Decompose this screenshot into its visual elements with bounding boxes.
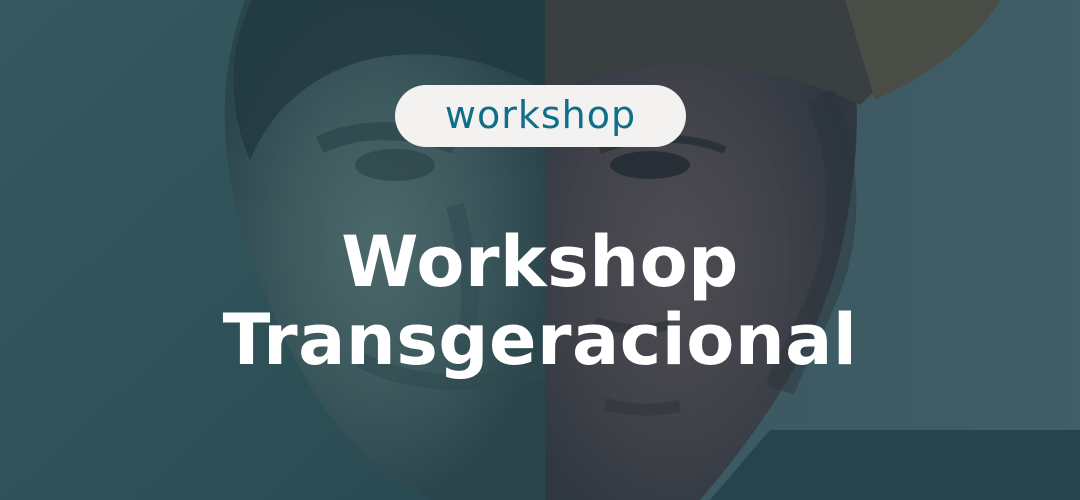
event-title-line-2: Transgeracional (222, 299, 858, 381)
category-badge: workshop (395, 85, 686, 147)
category-badge-label: workshop (444, 93, 637, 137)
event-banner: workshop Workshop Transgeracional (0, 0, 1080, 500)
banner-content: workshop Workshop Transgeracional (0, 0, 1080, 500)
event-title: Workshop Transgeracional (0, 223, 1080, 379)
event-title-line-1: Workshop (341, 221, 739, 303)
